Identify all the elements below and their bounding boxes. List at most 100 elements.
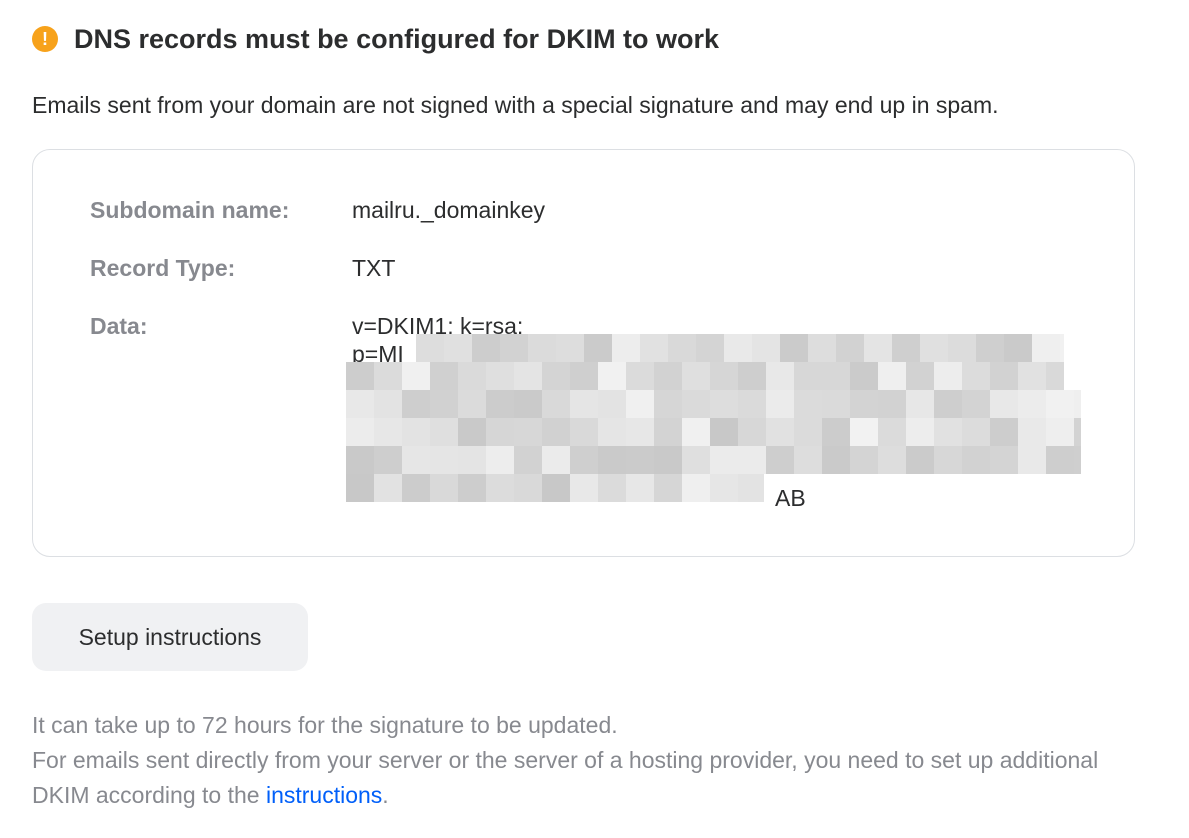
redaction-pixel (794, 390, 822, 418)
redaction-pixel (542, 418, 570, 446)
redaction-pixel (710, 390, 738, 418)
subdomain-label: Subdomain name: (90, 197, 290, 223)
data-value[interactable]: v=DKIM1; k=rsa; p=MI AB (346, 312, 1092, 511)
redaction-pixel (458, 390, 486, 418)
redaction-pixel (486, 446, 514, 474)
redaction-pixel (598, 390, 626, 418)
redaction-pixel (962, 418, 990, 446)
redaction-pixel (682, 418, 710, 446)
instructions-link[interactable]: instructions (266, 782, 382, 808)
redaction-pixel (710, 446, 738, 474)
redaction-pixel (962, 446, 990, 474)
footer-line-2: For emails sent directly from your serve… (32, 747, 1099, 808)
footer-note: It can take up to 72 hours for the signa… (32, 708, 1142, 813)
redaction-pixel (962, 390, 990, 418)
redaction-pixel (626, 418, 654, 446)
redaction-pixel (570, 446, 598, 474)
redaction-pixel (430, 390, 458, 418)
redaction-pixel (598, 418, 626, 446)
redaction-pixel (626, 446, 654, 474)
redaction-pixel (402, 418, 430, 446)
redaction-pixel (850, 446, 878, 474)
redaction-pixel (654, 418, 682, 446)
data-label: Data: (90, 313, 148, 339)
redaction-pixel (990, 418, 1018, 446)
redaction-pixel (934, 390, 962, 418)
redaction-pixel (878, 446, 906, 474)
redaction-pixel (906, 418, 934, 446)
redaction-pixel (346, 418, 374, 446)
data-value-line: AB (775, 485, 806, 511)
redaction-pixel (738, 418, 766, 446)
redaction-pixel (934, 446, 962, 474)
redaction-pixel (458, 418, 486, 446)
redaction-pixel (906, 446, 934, 474)
alert-header: ! DNS records must be configured for DKI… (32, 22, 719, 56)
redaction-pixel (374, 390, 402, 418)
redaction-pixel (682, 446, 710, 474)
redaction-pixel (850, 418, 878, 446)
data-value-line: p=MI (352, 341, 404, 367)
redaction-pixel (1046, 390, 1074, 418)
redaction-pixel (1074, 446, 1081, 474)
redaction-pixel (1074, 418, 1081, 446)
dns-record-card: Subdomain name: mailru._domainkey Record… (32, 149, 1135, 557)
redaction-pixel (486, 390, 514, 418)
redaction-pixel (822, 418, 850, 446)
redaction-pixel (738, 390, 766, 418)
data-value-tail-wrap: AB (352, 484, 1092, 512)
redaction-pixel (654, 390, 682, 418)
redaction-pixel (402, 446, 430, 474)
redaction-pixel (794, 418, 822, 446)
redaction-pixel (542, 390, 570, 418)
redaction-pixel (1074, 390, 1081, 418)
footer-line-2-end: . (382, 782, 389, 808)
redaction-pixel (738, 446, 766, 474)
redaction-pixel (878, 418, 906, 446)
redaction-pixel (514, 418, 542, 446)
redaction-pixel (486, 418, 514, 446)
redaction-pixel (346, 390, 374, 418)
redaction-pixel (514, 446, 542, 474)
redaction-pixel (430, 418, 458, 446)
redaction-pixel (878, 390, 906, 418)
record-type-label: Record Type: (90, 255, 236, 281)
setup-instructions-button[interactable]: Setup instructions (32, 603, 308, 671)
redaction-pixel (1046, 418, 1074, 446)
redaction-pixel (626, 390, 654, 418)
redaction-pixel (514, 390, 542, 418)
redaction-pixel (1018, 446, 1046, 474)
alert-title: DNS records must be configured for DKIM … (74, 24, 720, 54)
redaction-pixel (570, 418, 598, 446)
redaction-pixel (990, 390, 1018, 418)
redaction-pixel (402, 390, 430, 418)
redaction-pixel (850, 390, 878, 418)
redaction-pixel (934, 418, 962, 446)
redaction-pixel (822, 390, 850, 418)
redaction-pixel (794, 446, 822, 474)
alert-description: Emails sent from your domain are not sig… (32, 92, 999, 118)
redaction-pixel (1046, 446, 1074, 474)
subdomain-value[interactable]: mailru._domainkey (352, 196, 545, 224)
redaction-pixel (766, 446, 794, 474)
redaction-pixel (1018, 418, 1046, 446)
redaction-pixel (598, 446, 626, 474)
warning-circle-icon: ! (32, 26, 58, 52)
redaction-pixel (374, 418, 402, 446)
redaction-pixel (822, 446, 850, 474)
redaction-pixel (542, 446, 570, 474)
redaction-pixel (766, 390, 794, 418)
redaction-pixel (654, 446, 682, 474)
redaction-pixel (990, 446, 1018, 474)
record-type-value[interactable]: TXT (352, 254, 395, 282)
data-value-line: v=DKIM1; k=rsa; (352, 313, 524, 339)
redaction-pixel (1018, 390, 1046, 418)
redaction-pixel (458, 446, 486, 474)
redaction-pixel (570, 390, 598, 418)
redaction-pixel (430, 446, 458, 474)
footer-line-1: It can take up to 72 hours for the signa… (32, 712, 618, 738)
redaction-pixel (682, 390, 710, 418)
redaction-pixel (906, 390, 934, 418)
redaction-pixel (710, 418, 738, 446)
redaction-pixel (346, 446, 374, 474)
